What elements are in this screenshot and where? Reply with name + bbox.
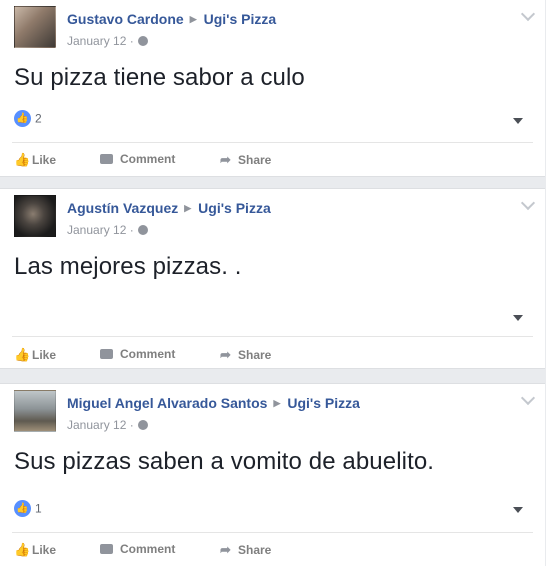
comment-button[interactable]: Comment bbox=[100, 152, 175, 166]
comment-icon bbox=[100, 544, 113, 554]
news-feed: Gustavo Cardone ▶ Ugi's Pizza January 12 ·… bbox=[0, 0, 546, 566]
caret-down-icon[interactable] bbox=[513, 315, 523, 321]
post-header: Gustavo Cardone ▶ Ugi's Pizza bbox=[67, 11, 276, 27]
thumbs-up-icon: 👍 bbox=[14, 110, 31, 127]
avatar[interactable] bbox=[14, 390, 56, 432]
triangle-right-icon: ▶ bbox=[273, 398, 281, 408]
like-button[interactable]: 👍 Like bbox=[14, 542, 56, 558]
post-text: Sus pizzas saben a vomito de abuelito. bbox=[14, 448, 435, 475]
share-label: Share bbox=[238, 348, 272, 362]
comment-icon bbox=[100, 349, 113, 359]
divider bbox=[12, 532, 533, 533]
post-header: Miguel Angel Alvarado Santos ▶ Ugi's Pizza bbox=[67, 395, 360, 411]
divider bbox=[12, 142, 533, 143]
comment-label: Comment bbox=[120, 542, 176, 556]
post-meta: January 12 · bbox=[67, 418, 149, 432]
share-button[interactable]: ➦ Share bbox=[220, 152, 271, 168]
feed-post: Miguel Angel Alvarado Santos ▶ Ugi's Pizza… bbox=[0, 383, 545, 566]
triangle-right-icon: ▶ bbox=[189, 14, 197, 24]
like-label: Like bbox=[32, 348, 57, 362]
author-name-link[interactable]: Gustavo Cardone bbox=[67, 11, 184, 27]
like-button[interactable]: 👍 Like bbox=[14, 152, 56, 168]
globe-icon bbox=[138, 36, 149, 46]
globe-icon bbox=[138, 420, 149, 430]
avatar[interactable] bbox=[14, 6, 56, 48]
comment-label: Comment bbox=[120, 347, 176, 361]
post-header: Agustín Vazquez ▶ Ugi's Pizza bbox=[67, 200, 271, 216]
page-name-link[interactable]: Ugi's Pizza bbox=[204, 11, 277, 27]
caret-down-icon[interactable] bbox=[513, 507, 523, 513]
share-arrow-icon: ➦ bbox=[220, 152, 231, 167]
thumbs-up-icon: 👍 bbox=[14, 347, 31, 362]
post-text: Las mejores pizzas. . bbox=[14, 253, 242, 280]
chevron-down-icon[interactable] bbox=[520, 6, 536, 22]
post-date-link[interactable]: January 12 · bbox=[67, 223, 134, 237]
like-label: Like bbox=[32, 543, 57, 557]
thumbs-up-icon: 👍 bbox=[14, 542, 31, 557]
post-meta: January 12 · bbox=[67, 223, 149, 237]
share-label: Share bbox=[238, 543, 272, 557]
comment-icon bbox=[100, 154, 113, 164]
like-label: Like bbox=[32, 153, 57, 167]
reaction-count: 2 bbox=[35, 111, 42, 126]
post-date-link[interactable]: January 12 · bbox=[67, 418, 134, 432]
share-label: Share bbox=[238, 153, 272, 167]
share-arrow-icon: ➦ bbox=[220, 347, 231, 362]
post-text: Su pizza tiene sabor a culo bbox=[14, 64, 305, 91]
reaction-count: 1 bbox=[35, 501, 42, 516]
thumbs-up-icon: 👍 bbox=[14, 152, 31, 167]
triangle-right-icon: ▶ bbox=[184, 203, 192, 213]
comment-label: Comment bbox=[120, 152, 176, 166]
share-arrow-icon: ➦ bbox=[220, 542, 231, 557]
chevron-down-icon[interactable] bbox=[520, 390, 536, 406]
caret-down-icon[interactable] bbox=[513, 118, 523, 124]
avatar[interactable] bbox=[14, 195, 56, 237]
share-button[interactable]: ➦ Share bbox=[220, 542, 271, 558]
divider bbox=[12, 336, 533, 337]
page-name-link[interactable]: Ugi's Pizza bbox=[287, 395, 360, 411]
globe-icon bbox=[138, 225, 149, 235]
reaction-summary[interactable]: 👍 2 bbox=[14, 110, 42, 127]
author-name-link[interactable]: Agustín Vazquez bbox=[67, 200, 178, 216]
feed-post: Agustín Vazquez ▶ Ugi's Pizza January 12 ·… bbox=[0, 188, 545, 369]
share-button[interactable]: ➦ Share bbox=[220, 347, 271, 363]
comment-button[interactable]: Comment bbox=[100, 347, 175, 361]
feed-post: Gustavo Cardone ▶ Ugi's Pizza January 12 ·… bbox=[0, 0, 545, 177]
reaction-summary[interactable]: 👍 1 bbox=[14, 500, 42, 517]
author-name-link[interactable]: Miguel Angel Alvarado Santos bbox=[67, 395, 267, 411]
like-button[interactable]: 👍 Like bbox=[14, 347, 56, 363]
thumbs-up-icon: 👍 bbox=[14, 500, 31, 517]
post-date-link[interactable]: January 12 · bbox=[67, 34, 134, 48]
page-name-link[interactable]: Ugi's Pizza bbox=[198, 200, 271, 216]
comment-button[interactable]: Comment bbox=[100, 542, 175, 556]
chevron-down-icon[interactable] bbox=[520, 195, 536, 211]
post-meta: January 12 · bbox=[67, 34, 149, 48]
